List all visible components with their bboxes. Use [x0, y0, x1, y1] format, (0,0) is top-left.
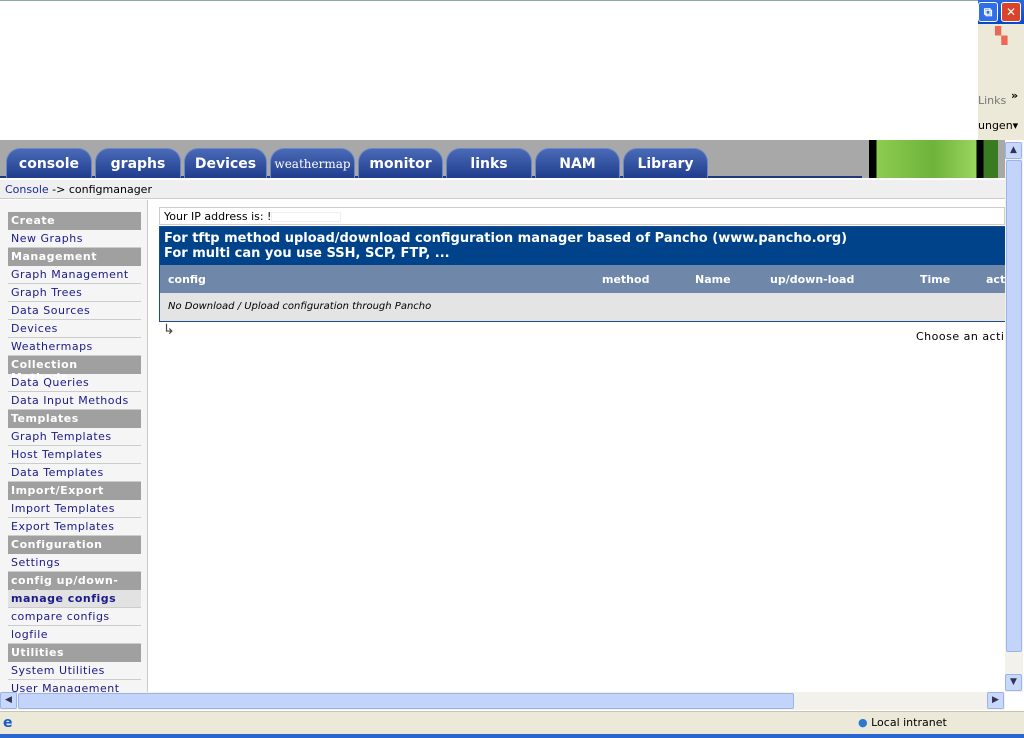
sidebar-header-config-up-down-load: config up/down-load — [8, 572, 141, 600]
horizontal-scroll-thumb[interactable] — [18, 693, 794, 709]
sidebar-item-graph-management[interactable]: Graph Management — [8, 266, 141, 284]
ip-address-box: Your IP address is: ! — [159, 207, 1005, 225]
ie-page-icon: e — [3, 715, 13, 731]
banner-line-1: For tftp method upload/download configur… — [164, 231, 848, 246]
tab-graphs[interactable]: graphs — [95, 148, 181, 178]
breadcrumb-current: configmanager — [68, 183, 152, 196]
chevron-icon[interactable]: » — [1011, 89, 1018, 102]
tab-weathermap[interactable]: weathermap — [270, 148, 355, 178]
config-table: For tftp method upload/download configur… — [159, 226, 1009, 322]
sidebar-item-logfile[interactable]: logfile — [8, 626, 141, 644]
sidebar-item-data-queries[interactable]: Data Queries — [8, 374, 141, 392]
tab-console[interactable]: console — [6, 148, 92, 178]
window-titlebar: ⧉ ✕ — [978, 0, 1024, 24]
table-header: config method Name up/down-load Time act… — [160, 265, 1009, 293]
sidebar-header-utilities: Utilities — [8, 644, 141, 662]
sidebar-item-weathermaps[interactable]: Weathermaps — [8, 338, 141, 356]
sidebar-item-data-input-methods[interactable]: Data Input Methods — [8, 392, 141, 410]
sidebar-item-user-management[interactable]: User Management — [8, 680, 141, 692]
tab-bar: console graphs Devices weathermap monitor lin… — [0, 140, 1005, 178]
sidebar-item-host-templates[interactable]: Host Templates — [8, 446, 141, 464]
ip-address-label: Your IP address is: ! — [164, 210, 272, 223]
column-name[interactable]: Name — [695, 273, 731, 286]
main-content: Your IP address is: ! For tftp method up… — [159, 207, 1009, 322]
column-time[interactable]: Time — [920, 273, 950, 286]
sidebar-header-import-export: Import/Export — [8, 482, 141, 500]
sidebar-header-create: Create — [8, 212, 141, 230]
tab-library[interactable]: Library — [623, 148, 708, 178]
column-up-down-load[interactable]: up/down-load — [770, 273, 854, 286]
toolbar-menu[interactable]: ungen▾ — [978, 119, 1018, 132]
breadcrumb-console-link[interactable]: Console — [5, 183, 49, 196]
sidebar-header-collection-methods: Collection Methods — [8, 356, 141, 384]
table-banner: For tftp method upload/download configur… — [160, 227, 1005, 265]
column-config[interactable]: config — [168, 273, 206, 286]
select-arrow-icon: ↳ — [163, 322, 175, 338]
tab-nam[interactable]: NAM — [535, 148, 620, 178]
sidebar-header-configuration: Configuration — [8, 536, 141, 554]
breadcrumb-separator: -> — [48, 183, 69, 196]
scroll-up-icon[interactable]: ▲ — [1005, 142, 1022, 159]
scroll-down-icon[interactable]: ▼ — [1005, 674, 1022, 691]
zone-label: Local intranet — [871, 716, 947, 729]
status-bar: e ● Local intranet — [0, 711, 1024, 734]
sidebar-item-data-templates[interactable]: Data Templates — [8, 464, 141, 482]
sidebar-item-new-graphs[interactable]: New Graphs — [8, 230, 141, 248]
links-toolbar[interactable]: Links — [978, 94, 1006, 107]
sidebar-item-system-utilities[interactable]: System Utilities — [8, 662, 141, 680]
tab-devices[interactable]: Devices — [184, 148, 267, 178]
breadcrumb: Console -> configmanager — [0, 180, 1005, 199]
taskbar-edge — [0, 734, 1024, 738]
security-zone: ● Local intranet — [858, 716, 947, 729]
sidebar: Create New Graphs Management Graph Manageme… — [0, 200, 148, 692]
sidebar-item-graph-templates[interactable]: Graph Templates — [8, 428, 141, 446]
sidebar-header-management: Management — [8, 248, 141, 266]
horizontal-scrollbar[interactable]: ◀ ▶ — [0, 692, 1005, 710]
sidebar-item-export-templates[interactable]: Export Templates — [8, 518, 141, 536]
sidebar-header-templates: Templates — [8, 410, 141, 428]
empty-row: No Download / Upload configuration throu… — [160, 293, 1005, 321]
cacti-logo — [862, 140, 1005, 178]
sidebar-item-compare-configs[interactable]: compare configs — [8, 608, 141, 626]
banner-line-2: For multi can you use SSH, SCP, FTP, ... — [164, 246, 450, 261]
sidebar-item-settings[interactable]: Settings — [8, 554, 141, 572]
sidebar-item-devices[interactable]: Devices — [8, 320, 141, 338]
tab-links[interactable]: links — [446, 148, 532, 178]
sidebar-item-graph-trees[interactable]: Graph Trees — [8, 284, 141, 302]
vertical-scroll-thumb[interactable] — [1006, 160, 1022, 652]
close-button[interactable]: ✕ — [1001, 2, 1021, 22]
browser-content-blank — [0, 0, 978, 140]
scroll-left-icon[interactable]: ◀ — [0, 692, 17, 709]
restore-button[interactable]: ⧉ — [978, 2, 998, 22]
column-method[interactable]: method — [602, 273, 649, 286]
sidebar-item-import-templates[interactable]: Import Templates — [8, 500, 141, 518]
action-dropdown-label[interactable]: Choose an actio — [916, 330, 1012, 343]
vertical-scrollbar[interactable]: ▲ ▼ — [1005, 142, 1023, 692]
tab-monitor[interactable]: monitor — [358, 148, 443, 178]
globe-icon: ● — [858, 716, 868, 729]
sidebar-item-manage-configs[interactable]: manage configs — [8, 590, 141, 608]
windows-logo-icon: ▚ — [995, 26, 1008, 45]
scroll-right-icon[interactable]: ▶ — [987, 692, 1004, 709]
ip-redacted — [271, 212, 342, 222]
sidebar-item-data-sources[interactable]: Data Sources — [8, 302, 141, 320]
